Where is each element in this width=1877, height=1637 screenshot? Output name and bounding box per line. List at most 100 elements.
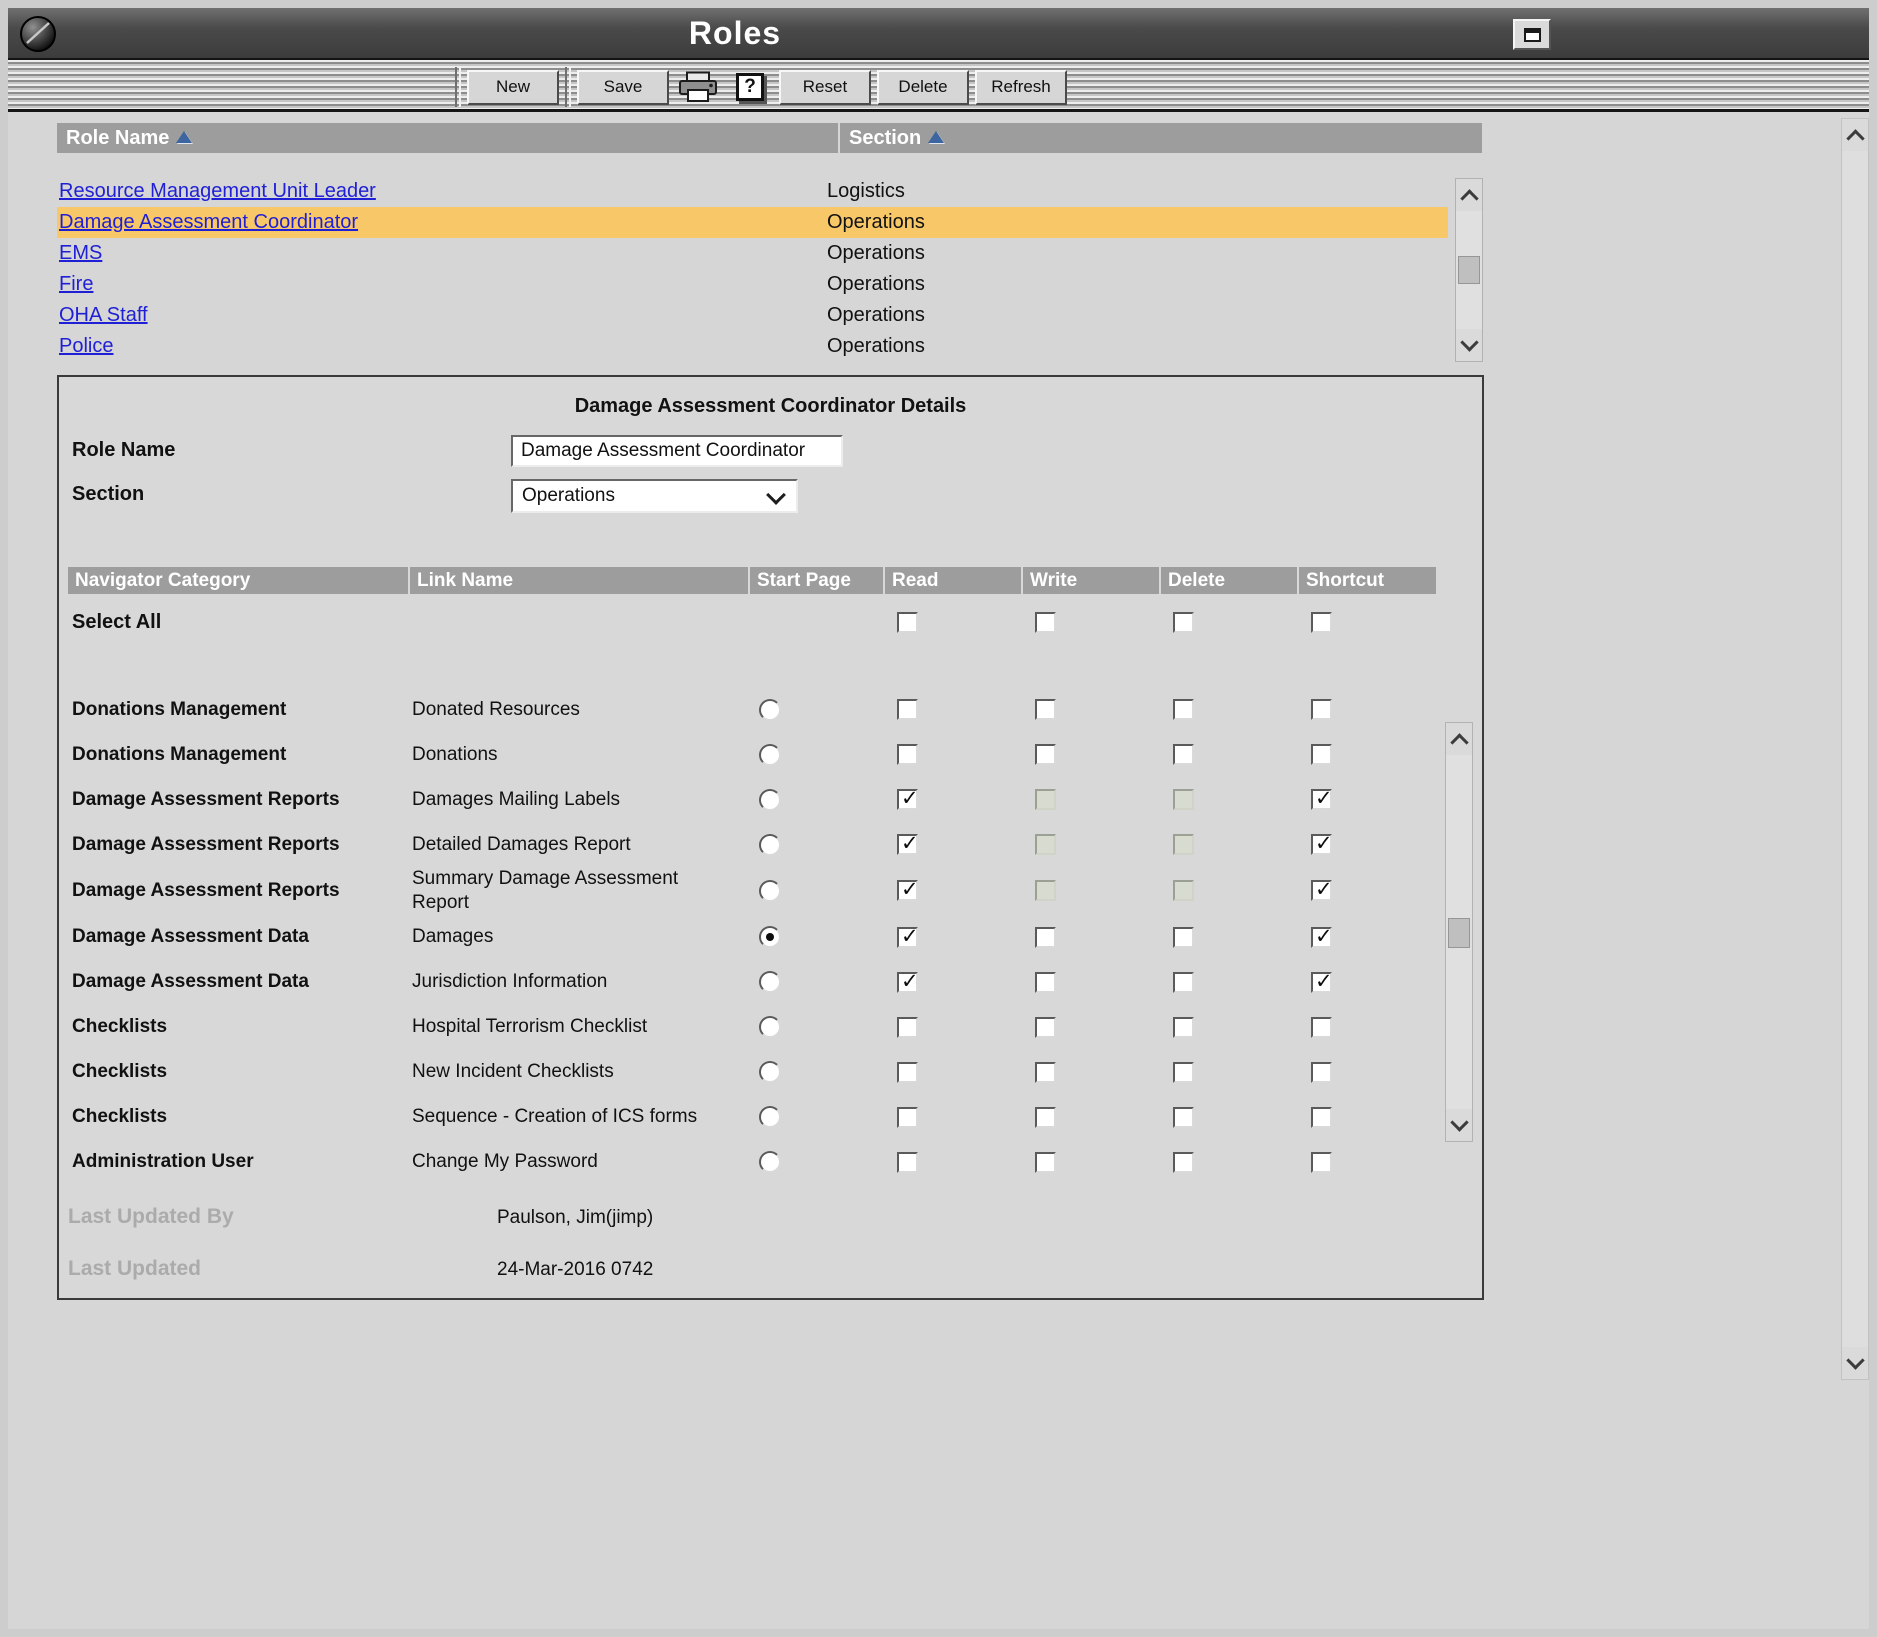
reset-button[interactable]: Reset (779, 70, 871, 105)
role-link[interactable]: Resource Management Unit Leader (57, 180, 376, 202)
scroll-up-button[interactable] (1456, 179, 1482, 211)
table-row[interactable]: EMS Operations (57, 238, 1448, 269)
write-checkbox[interactable] (1035, 1017, 1056, 1038)
read-cell (885, 699, 1021, 720)
delete-checkbox[interactable] (1173, 1062, 1194, 1083)
start-page-radio[interactable] (759, 880, 781, 902)
refresh-button[interactable]: Refresh (975, 70, 1067, 105)
scroll-up-button[interactable] (1446, 723, 1472, 755)
start-page-radio[interactable] (759, 699, 781, 721)
read-checkbox[interactable] (897, 834, 918, 855)
roles-list-scrollbar[interactable] (1455, 178, 1483, 362)
select-all-write-checkbox[interactable] (1035, 612, 1056, 633)
role-link[interactable]: Police (57, 335, 113, 357)
shortcut-checkbox[interactable] (1311, 1107, 1332, 1128)
read-checkbox[interactable] (897, 927, 918, 948)
write-checkbox[interactable] (1035, 744, 1056, 765)
restore-window-button[interactable] (1513, 19, 1551, 50)
select-all-delete-checkbox[interactable] (1173, 612, 1194, 633)
shortcut-checkbox[interactable] (1311, 927, 1332, 948)
new-button[interactable]: New (467, 70, 559, 105)
shortcut-checkbox[interactable] (1311, 1062, 1332, 1083)
read-checkbox[interactable] (897, 699, 918, 720)
write-checkbox[interactable] (1035, 927, 1056, 948)
write-cell (1023, 880, 1159, 901)
read-column-header: Read (885, 567, 1021, 594)
delete-cell (1161, 927, 1297, 948)
sort-ascending-icon[interactable] (176, 131, 192, 143)
read-checkbox[interactable] (897, 1062, 918, 1083)
section-dropdown[interactable]: Operations (511, 479, 798, 513)
shortcut-cell (1299, 744, 1436, 765)
section-column-header[interactable]: Section (840, 123, 1482, 153)
write-checkbox[interactable] (1035, 972, 1056, 993)
role-link[interactable]: OHA Staff (57, 304, 148, 326)
read-checkbox[interactable] (897, 1152, 918, 1173)
help-button[interactable]: ? (727, 68, 773, 106)
permission-row: Checklists Hospital Terrorism Checklist (68, 1005, 1436, 1050)
shortcut-checkbox[interactable] (1311, 972, 1332, 993)
start-page-radio[interactable] (759, 971, 781, 993)
start-page-radio[interactable] (759, 789, 781, 811)
role-link[interactable]: Fire (57, 273, 93, 295)
role-link[interactable]: EMS (57, 242, 102, 264)
start-page-radio[interactable] (759, 926, 781, 948)
start-page-radio[interactable] (759, 1106, 781, 1128)
shortcut-checkbox[interactable] (1311, 834, 1332, 855)
delete-button[interactable]: Delete (877, 70, 969, 105)
scrollbar-track[interactable] (1842, 151, 1868, 1347)
shortcut-checkbox[interactable] (1311, 1152, 1332, 1173)
scroll-down-button[interactable] (1842, 1347, 1868, 1379)
start-page-radio[interactable] (759, 1016, 781, 1038)
write-checkbox[interactable] (1035, 699, 1056, 720)
start-page-radio[interactable] (759, 834, 781, 856)
permissions-scrollbar[interactable] (1445, 722, 1473, 1142)
scrollbar-track[interactable] (1456, 211, 1482, 329)
table-row[interactable]: Fire Operations (57, 269, 1448, 300)
delete-checkbox[interactable] (1173, 927, 1194, 948)
start-page-radio[interactable] (759, 1061, 781, 1083)
delete-checkbox[interactable] (1173, 1017, 1194, 1038)
table-row[interactable]: Resource Management Unit Leader Logistic… (57, 176, 1448, 207)
table-row[interactable]: OHA Staff Operations (57, 300, 1448, 331)
read-checkbox[interactable] (897, 1107, 918, 1128)
delete-checkbox[interactable] (1173, 699, 1194, 720)
shortcut-checkbox[interactable] (1311, 744, 1332, 765)
sort-ascending-icon[interactable] (928, 131, 944, 143)
scroll-up-button[interactable] (1842, 119, 1868, 151)
read-checkbox[interactable] (897, 880, 918, 901)
read-checkbox[interactable] (897, 972, 918, 993)
shortcut-checkbox[interactable] (1311, 880, 1332, 901)
shortcut-checkbox[interactable] (1311, 1017, 1332, 1038)
scroll-down-button[interactable] (1456, 329, 1482, 361)
scrollbar-track[interactable] (1446, 755, 1472, 1109)
scrollbar-thumb[interactable] (1458, 256, 1480, 284)
write-checkbox[interactable] (1035, 1107, 1056, 1128)
select-all-shortcut-checkbox[interactable] (1311, 612, 1332, 633)
scrollbar-thumb[interactable] (1448, 918, 1470, 948)
delete-checkbox[interactable] (1173, 1152, 1194, 1173)
print-button[interactable] (675, 68, 721, 106)
shortcut-checkbox[interactable] (1311, 789, 1332, 810)
start-page-radio[interactable] (759, 744, 781, 766)
role-name-input[interactable] (511, 435, 843, 467)
role-link[interactable]: Damage Assessment Coordinator (57, 211, 358, 233)
shortcut-checkbox[interactable] (1311, 699, 1332, 720)
delete-checkbox[interactable] (1173, 744, 1194, 765)
table-row[interactable]: Police Operations (57, 331, 1448, 362)
window-scrollbar[interactable] (1841, 118, 1869, 1380)
role-name-column-header[interactable]: Role Name (57, 123, 838, 153)
delete-checkbox[interactable] (1173, 1107, 1194, 1128)
scroll-down-button[interactable] (1446, 1109, 1472, 1141)
shortcut-cell (1299, 880, 1436, 901)
delete-checkbox[interactable] (1173, 972, 1194, 993)
write-checkbox[interactable] (1035, 1152, 1056, 1173)
save-button[interactable]: Save (577, 70, 669, 105)
table-row[interactable]: Damage Assessment Coordinator Operations (57, 207, 1448, 238)
write-checkbox[interactable] (1035, 1062, 1056, 1083)
read-checkbox[interactable] (897, 1017, 918, 1038)
read-checkbox[interactable] (897, 744, 918, 765)
start-page-radio[interactable] (759, 1151, 781, 1173)
read-checkbox[interactable] (897, 789, 918, 810)
select-all-read-checkbox[interactable] (897, 612, 918, 633)
